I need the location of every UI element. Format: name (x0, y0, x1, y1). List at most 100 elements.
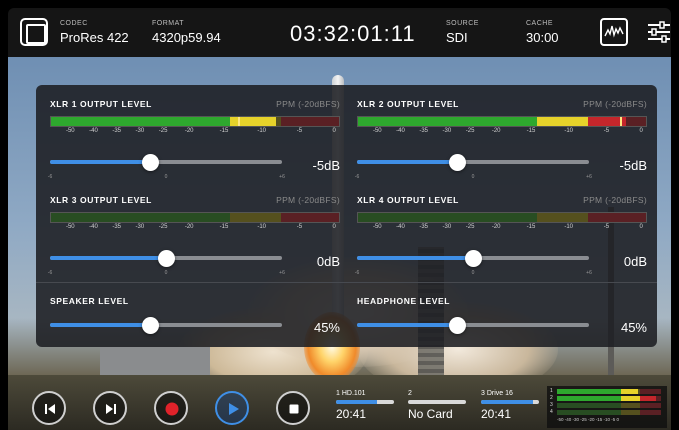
meter-level (51, 117, 230, 126)
scale-tick: -35 (112, 128, 122, 134)
cache-field[interactable]: CACHE 30:00 (526, 20, 559, 45)
slider-tick: +6 (586, 174, 592, 180)
xlr2-meter (357, 116, 647, 127)
xlr2-ppm: PPM (-20dBFS) (583, 99, 647, 109)
xlr3-value: 0dB (316, 254, 340, 269)
scale-tick: -50 (65, 224, 75, 230)
slider-tick: +6 (279, 270, 285, 276)
scale-tick: -10 (257, 224, 267, 230)
slot-capacity-bar (408, 400, 466, 404)
scale-tick: -25 (465, 224, 475, 230)
settings-sliders-icon[interactable] (645, 18, 673, 46)
format-label: FORMAT (152, 20, 185, 27)
xlr3-slider-scale: -6 0 +6 (47, 270, 285, 278)
skip-forward-button[interactable] (93, 391, 127, 425)
cache-value: 30:00 (526, 30, 559, 45)
xlr3-slider-knob[interactable] (158, 250, 175, 267)
scale-tick: -15 (526, 128, 536, 134)
slider-tick: +6 (279, 174, 285, 180)
storage-slot-1[interactable]: 1 HD.101 20:41 (336, 390, 394, 421)
xlr3-ppm: PPM (-20dBFS) (276, 195, 340, 205)
scale-tick: -40 (89, 224, 98, 230)
xlr3-meter (50, 212, 340, 223)
scale-tick: -20 (184, 224, 194, 230)
xlr4-value: 0dB (623, 254, 647, 269)
scale-tick: -5 (603, 224, 610, 230)
record-icon (165, 402, 179, 416)
scale-tick: -40 (396, 128, 405, 134)
xlr1-slider[interactable] (50, 154, 282, 171)
headphone-title: HEADPHONE LEVEL (357, 296, 451, 306)
xlr4-slider-knob[interactable] (465, 250, 482, 267)
stop-button[interactable] (276, 391, 310, 425)
storage-slot-2[interactable]: 2 No Card (408, 390, 466, 421)
mini-meter-channel: 4 (550, 409, 553, 415)
mini-audio-meter[interactable]: -50 -40 -30 -25 -20 -15 -10 -5 0 1234 (547, 386, 667, 428)
meter-zone (281, 213, 339, 222)
skip-forward-icon (106, 404, 116, 414)
xlr2-slider[interactable] (357, 154, 589, 171)
scale-tick: -50 (372, 224, 382, 230)
scale-tick: -35 (112, 224, 122, 230)
headphone-slider-knob[interactable] (448, 317, 466, 334)
skip-back-button[interactable] (32, 391, 66, 425)
source-value: SDI (446, 30, 468, 45)
stop-icon (289, 404, 299, 414)
speaker-value: 45% (313, 320, 340, 335)
xlr4-title: XLR 4 OUTPUT LEVEL (357, 195, 459, 205)
xlr2-slider-knob[interactable] (448, 154, 466, 171)
scale-tick: -40 (396, 224, 405, 230)
slider-tick: -6 (354, 270, 360, 276)
headphone-value: 45% (620, 320, 647, 335)
record-button[interactable] (154, 391, 188, 425)
scale-tick: -50 (372, 128, 382, 134)
scale-tick: -15 (526, 224, 536, 230)
xlr4-meter (357, 212, 647, 223)
xlr3-meter-scale: -50 -40 -35 -30 -25 -20 -15 -10 -5 0 (50, 224, 340, 234)
codec-field[interactable]: CODEC ProRes 422 (60, 20, 129, 45)
scale-tick: -5 (296, 224, 303, 230)
timecode[interactable]: 03:32:01:11 (290, 21, 416, 47)
xlr1-title: XLR 1 OUTPUT LEVEL (50, 99, 152, 109)
codec-value: ProRes 422 (60, 30, 129, 45)
xlr2-meter-scale: -50 -40 -35 -30 -25 -20 -15 -10 -5 0 (357, 128, 647, 138)
xlr1-meter-scale: -50 -40 -35 -30 -25 -20 -15 -10 -5 0 (50, 128, 340, 138)
scale-tick: -20 (184, 128, 194, 134)
format-field[interactable]: FORMAT 4320p59.94 (152, 20, 221, 45)
xlr2-slider-scale: -6 0 +6 (354, 174, 592, 182)
scale-tick: -30 (442, 224, 452, 230)
storage-slot-3[interactable]: 3 Drive 16 20:41 (481, 390, 539, 421)
mini-meter-scale: -50 -40 -30 -25 -20 -15 -10 -5 0 (557, 417, 620, 422)
mini-meter-channel: 2 (550, 395, 553, 401)
scale-tick: -50 (65, 128, 75, 134)
source-field[interactable]: SOURCE SDI (446, 20, 479, 45)
scopes-icon[interactable] (600, 18, 628, 46)
mini-meter-row (557, 389, 661, 394)
meter-zone (588, 213, 646, 222)
xlr4-slider[interactable] (357, 250, 589, 267)
play-button[interactable] (215, 391, 249, 425)
meter-zone (281, 117, 339, 126)
speaker-slider[interactable] (50, 317, 282, 334)
fullscreen-icon[interactable] (20, 18, 48, 46)
xlr1-slider-knob[interactable] (141, 154, 159, 171)
scale-tick: 0 (639, 224, 643, 230)
slot-name: 2 (408, 390, 412, 397)
cache-label: CACHE (526, 20, 554, 27)
slider-tick: 0 (471, 174, 475, 180)
codec-label: CODEC (60, 20, 88, 27)
xlr3-slider[interactable] (50, 250, 282, 267)
scale-tick: -10 (257, 128, 267, 134)
panel-divider (36, 282, 657, 283)
xlr1-slider-scale: -6 0 +6 (48, 174, 285, 182)
headphone-slider[interactable] (357, 317, 589, 334)
speaker-slider-knob[interactable] (141, 317, 159, 334)
slot-capacity-bar (481, 400, 539, 404)
slider-tick: -6 (47, 270, 53, 276)
xlr4-meter-scale: -50 -40 -35 -30 -25 -20 -15 -10 -5 0 (357, 224, 647, 234)
xlr1-value: -5dB (312, 158, 340, 173)
scale-tick: -15 (219, 224, 229, 230)
slider-tick: -6 (354, 174, 360, 180)
scale-tick: -40 (89, 128, 98, 134)
slot-name: 1 HD.101 (336, 390, 366, 397)
